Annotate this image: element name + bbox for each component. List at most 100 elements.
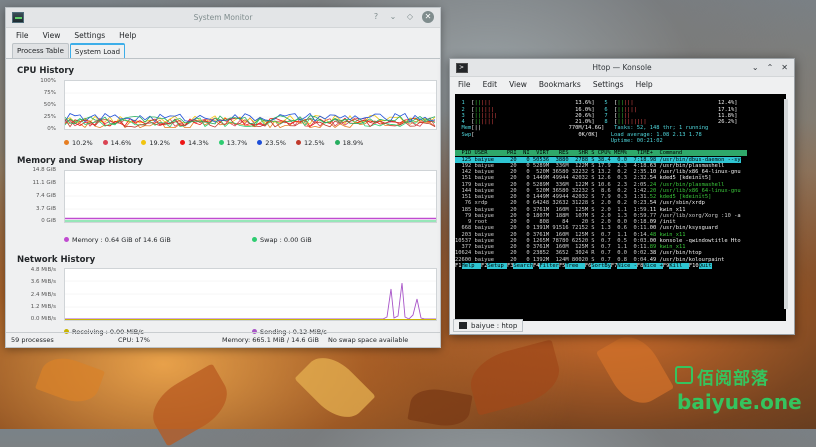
- wallpaper-leaf: [464, 339, 566, 416]
- menu-settings[interactable]: Settings: [593, 80, 624, 89]
- network-ytick: 0.0 MiB/s: [30, 316, 56, 322]
- terminal-view[interactable]: 1 [||||| 13.6%] 5 [||||| 12.4%] 2 [|||||…: [455, 94, 786, 321]
- tab-system-load[interactable]: System Load: [69, 43, 126, 58]
- menu-settings[interactable]: Settings: [74, 31, 105, 40]
- status-cpu: CPU: 17%: [118, 336, 150, 344]
- maximize-icon[interactable]: ⌃: [767, 61, 774, 74]
- chevron-down-icon[interactable]: ⌄: [388, 11, 398, 23]
- cpu-legend-dot: [257, 140, 263, 145]
- terminal-scrollbar[interactable]: [784, 99, 788, 309]
- session-tab-label: baiyue : htop: [471, 321, 518, 330]
- close-icon[interactable]: ✕: [781, 61, 788, 74]
- wallpaper-leaf: [34, 350, 106, 410]
- cpu-legend-item: 19.2%: [141, 139, 170, 147]
- menu-help[interactable]: Help: [636, 80, 653, 89]
- session-tab-bar: baiyue : htop: [453, 319, 524, 332]
- status-processes: 59 processes: [11, 336, 54, 344]
- cpu-legend: 10.2% 14.6% 19.2% 14.3% 13.7% 23.5% 12.5% 18.9%: [64, 139, 363, 147]
- menubar: File Edit View Bookmarks Settings Help: [450, 77, 794, 92]
- menubar: File View Settings Help: [6, 28, 440, 43]
- menu-edit[interactable]: Edit: [483, 80, 498, 89]
- cpu-legend-label: 13.7%: [226, 139, 248, 147]
- function-key-bar: F1Help F2Setup F3SearchF4FilterF5Tree F6…: [455, 262, 712, 269]
- system-load-panel: CPU History 100% 75% 50% 25% 0% 10.2% 14.…: [6, 60, 440, 336]
- network-ytick: 1.2 MiB/s: [30, 304, 56, 310]
- cpu-legend-label: 12.5%: [303, 139, 325, 147]
- cpu-legend-label: 19.2%: [149, 139, 170, 147]
- cpu-legend-dot: [334, 140, 340, 145]
- status-swap: No swap space available: [328, 336, 409, 344]
- cpu-legend-item: 12.5%: [295, 139, 325, 147]
- menu-file[interactable]: File: [16, 31, 29, 40]
- wallpaper-leaf: [407, 385, 473, 430]
- minimize-icon[interactable]: ⌄: [752, 61, 759, 74]
- cpu-legend-item: 13.7%: [218, 139, 248, 147]
- wallpaper-leaf: [294, 346, 376, 429]
- cpu-history-title: CPU History: [17, 66, 75, 76]
- maximize-icon[interactable]: ◇: [405, 11, 415, 23]
- menu-bookmarks[interactable]: Bookmarks: [539, 80, 581, 89]
- watermark-icon: [675, 366, 693, 384]
- memory-ytick: 11.1 GiB: [32, 180, 56, 186]
- memory-ytick: 3.7 GiB: [35, 206, 56, 212]
- status-memory: Memory: 665.1 MiB / 14.6 GiB: [222, 336, 319, 344]
- cpu-legend-dot: [64, 140, 69, 145]
- cpu-legend-label: 18.9%: [342, 139, 364, 147]
- cpu-history-plot: [64, 92, 436, 129]
- status-bar: 59 processes CPU: 17% Memory: 665.1 MiB …: [6, 332, 440, 347]
- swap-legend-dot: [252, 237, 257, 242]
- menu-help[interactable]: Help: [119, 31, 136, 40]
- menu-view[interactable]: View: [509, 80, 527, 89]
- session-tab[interactable]: baiyue : htop: [453, 319, 524, 332]
- network-ytick: 3.6 MiB/s: [30, 279, 56, 285]
- cpu-legend-dot: [295, 140, 301, 145]
- window-title: Htop — Konsole: [592, 63, 652, 72]
- memory-ytick: 0 GiB: [41, 218, 56, 224]
- memory-history-title: Memory and Swap History: [17, 156, 143, 166]
- tab-process-table[interactable]: Process Table: [12, 43, 69, 58]
- network-history-plot: [65, 280, 436, 320]
- cpu-legend-item: 23.5%: [257, 139, 286, 147]
- memory-ytick: 7.4 GiB: [35, 193, 56, 199]
- cpu-ytick: 100%: [40, 78, 56, 84]
- network-ytick: 4.8 MiB/s: [30, 267, 56, 273]
- wallpaper-leaf: [142, 363, 238, 447]
- menu-view[interactable]: View: [43, 31, 61, 40]
- network-history-title: Network History: [17, 255, 96, 265]
- memory-history-plot: [65, 182, 436, 222]
- window-titlebar[interactable]: Htop — Konsole ⌄ ⌃ ✕: [450, 59, 794, 77]
- terminal-icon: [459, 322, 467, 329]
- cpu-legend-item: 10.2%: [64, 139, 93, 147]
- process-table-header: PID USER PRI NI VIRT RES SHR S CPU% MEM%…: [455, 150, 748, 157]
- cpu-legend-label: 14.3%: [187, 139, 209, 147]
- cpu-ytick: 0%: [47, 126, 56, 132]
- memory-history-graph: [64, 170, 437, 223]
- cpu-legend-dot: [218, 140, 224, 145]
- cpu-legend-label: 23.5%: [265, 139, 286, 147]
- close-icon[interactable]: ✕: [422, 11, 434, 23]
- sending-line: [65, 282, 436, 320]
- konsole-window[interactable]: Htop — Konsole ⌄ ⌃ ✕ File Edit View Book…: [449, 58, 795, 335]
- menu-file[interactable]: File: [458, 80, 471, 89]
- swap-legend-label: Swap : 0.00 GiB: [260, 236, 312, 244]
- cpu-legend-item: 18.9%: [334, 139, 364, 147]
- cpu-legend-label: 10.2%: [72, 139, 93, 147]
- cpu-ytick: 50%: [43, 102, 56, 108]
- cpu-ytick: 75%: [43, 90, 56, 96]
- window-titlebar[interactable]: System Monitor ? ⌄ ◇ ✕: [6, 8, 440, 28]
- process-row[interactable]: 125 baiyue 20 0 50536 3880 2788 S 38.4 0…: [455, 156, 786, 163]
- cpu-legend-item: 14.3%: [179, 139, 209, 147]
- watermark-en-text: baiyue.one: [677, 390, 802, 414]
- network-history-graph: [64, 268, 437, 321]
- cpu-legend-item: 14.6%: [102, 139, 131, 147]
- memory-legend-label: Memory : 0.64 GiB of 14.6 GiB: [72, 236, 171, 244]
- watermark-logo: 佰阅部落 baiyue.one: [675, 364, 802, 416]
- network-ytick: 2.4 MiB/s: [30, 292, 56, 298]
- memory-legend: Memory : 0.64 GiB of 14.6 GiB Swap : 0.0…: [64, 236, 312, 244]
- help-icon[interactable]: ?: [371, 11, 381, 23]
- cpu-legend-dot: [179, 140, 185, 145]
- watermark-cn-text: 佰阅部落: [697, 369, 769, 389]
- system-monitor-window[interactable]: System Monitor ? ⌄ ◇ ✕ File View Setting…: [5, 7, 441, 348]
- memory-ytick: 14.8 GiB: [32, 167, 56, 173]
- cpu-history-graph: [64, 80, 437, 130]
